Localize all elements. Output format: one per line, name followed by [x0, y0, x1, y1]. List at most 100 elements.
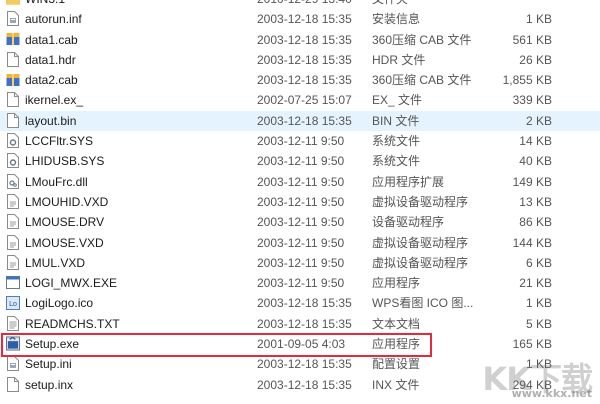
system-file-icon — [6, 133, 20, 149]
file-row[interactable]: READMCHS.TXT 2003-12-18 15:35 文本文档 5 KB — [0, 314, 600, 334]
file-row[interactable]: Lo LogiLogo.ico 2003-12-18 15:35 WPS看图 ICO … — [0, 293, 600, 313]
file-name: Setup.exe — [25, 337, 80, 352]
file-size: 13 KB — [519, 194, 552, 209]
setup-exe-icon — [6, 336, 20, 351]
file-size: 40 KB — [519, 154, 552, 169]
file-row[interactable]: LOGI_MWX.EXE 2003-12-11 9:50 应用程序 21 KB — [0, 273, 600, 293]
file-row[interactable]: LMOUHID.VXD 2003-12-11 9:50 虚拟设备驱动程序 13 KB — [0, 192, 600, 212]
file-name: layout.bin — [25, 113, 77, 128]
file-size: 339 KB — [512, 93, 552, 108]
file-date-modified: 2003-12-18 15:35 — [257, 377, 352, 392]
file-date-modified: 2003-12-18 15:35 — [257, 357, 352, 372]
file-icon — [6, 376, 20, 392]
file-icon — [6, 112, 20, 128]
file-name: LMOUSE.DRV — [25, 215, 105, 230]
file-type: 安装信息 — [372, 12, 421, 27]
file-size: 1,855 KB — [502, 73, 552, 88]
file-icon — [6, 92, 20, 108]
image-file-icon: Lo — [6, 295, 20, 310]
file-name: autorun.inf — [25, 12, 82, 27]
file-name: setup.inx — [25, 377, 74, 392]
file-name: LCCFltr.SYS — [25, 134, 94, 149]
file-type: 应用程序扩展 — [372, 174, 445, 189]
archive-icon — [6, 72, 20, 87]
driver-file-icon — [6, 234, 20, 250]
file-type: 360压缩 CAB 文件 — [372, 32, 472, 47]
file-size: 1 KB — [525, 296, 552, 311]
file-type: 配置设置 — [372, 357, 421, 372]
file-row[interactable]: LHIDUSB.SYS 2003-12-11 9:50 系统文件 40 KB — [0, 151, 600, 171]
dll-file-icon — [6, 173, 20, 189]
file-date-modified: 2003-12-11 9:50 — [257, 134, 345, 149]
file-row[interactable]: LCCFltr.SYS 2003-12-11 9:50 系统文件 14 KB — [0, 131, 600, 151]
file-row[interactable]: Setup.exe 2001-09-05 4:03 应用程序 165 KB — [0, 334, 600, 354]
file-date-modified: 2003-12-18 15:35 — [257, 316, 352, 331]
file-date-modified: 2001-09-05 4:03 — [257, 337, 346, 352]
file-row[interactable]: LMOUSE.VXD 2003-12-11 9:50 虚拟设备驱动程序 144 KB — [0, 233, 600, 253]
file-size: 561 KB — [512, 32, 552, 47]
file-date-modified: 2003-12-11 9:50 — [257, 255, 345, 270]
driver-file-icon — [6, 254, 20, 270]
file-name: WIN3.1 — [25, 0, 250, 9]
file-name: LMUL.VXD — [25, 255, 86, 270]
file-size: 294 KB — [512, 377, 552, 392]
file-row[interactable]: LMOUSE.DRV 2003-12-11 9:50 设备驱动程序 86 KB — [0, 212, 600, 232]
file-size: 21 KB — [519, 276, 552, 291]
file-name: READMCHS.TXT — [25, 316, 120, 331]
file-type: 虚拟设备驱动程序 — [372, 194, 469, 209]
file-name: LMOUSE.VXD — [25, 235, 104, 250]
file-size: 1 KB — [525, 357, 552, 372]
system-file-icon — [6, 153, 20, 169]
file-name: data2.cab — [25, 73, 78, 88]
file-type: BIN 文件 — [372, 113, 420, 128]
file-type: HDR 文件 — [372, 52, 426, 67]
file-name: LogiLogo.ico — [25, 296, 94, 311]
file-size: 1 KB — [525, 12, 552, 27]
file-list: WIN3.1 2010-12-29 13:40 文件夹 autorun.inf 2003… — [0, 0, 600, 395]
file-row[interactable]: data2.cab 2003-12-18 15:35 360压缩 CAB 文件 1,8… — [0, 70, 600, 90]
file-date-modified: 2003-12-11 9:50 — [257, 154, 345, 169]
file-row[interactable]: layout.bin 2003-12-18 15:35 BIN 文件 2 KB — [0, 110, 600, 132]
file-name: ikernel.ex_ — [25, 93, 84, 108]
file-row[interactable]: LMouFrc.dll 2003-12-11 9:50 应用程序扩展 149 KB — [0, 172, 600, 192]
file-row[interactable]: autorun.inf 2003-12-18 15:35 安装信息 1 KB — [0, 9, 600, 29]
file-type: 360压缩 CAB 文件 — [372, 73, 472, 88]
file-size: 5 KB — [525, 316, 552, 331]
file-row[interactable]: WIN3.1 2010-12-29 13:40 文件夹 — [0, 0, 600, 9]
file-type: INX 文件 — [372, 377, 420, 392]
file-date-modified: 2003-12-18 15:35 — [257, 12, 352, 27]
file-type: 应用程序 — [372, 276, 421, 291]
file-name: LHIDUSB.SYS — [25, 154, 105, 169]
file-name: Setup.ini — [25, 357, 72, 372]
file-date-modified: 2003-12-11 9:50 — [257, 174, 345, 189]
file-date-modified: 2003-12-11 9:50 — [257, 276, 345, 291]
file-type: 应用程序 — [372, 337, 421, 352]
file-date-modified: 2002-07-25 15:07 — [257, 93, 352, 108]
file-date-modified: 2003-12-18 15:35 — [257, 113, 352, 128]
archive-icon — [6, 32, 20, 47]
file-name: LMouFrc.dll — [25, 174, 88, 189]
exe-icon — [6, 275, 20, 290]
file-icon — [6, 51, 20, 67]
file-type: 文件夹 — [372, 0, 408, 9]
file-row[interactable]: setup.inx 2003-12-18 15:35 INX 文件 294 KB — [0, 375, 600, 395]
file-date-modified: 2003-12-18 15:35 — [257, 32, 352, 47]
svg-text:Lo: Lo — [9, 300, 17, 308]
file-row[interactable]: ikernel.ex_ 2002-07-25 15:07 EX_ 文件 339 KB — [0, 90, 600, 110]
file-date-modified: 2003-12-18 15:35 — [257, 296, 352, 311]
file-row[interactable]: LMUL.VXD 2003-12-11 9:50 虚拟设备驱动程序 6 KB — [0, 253, 600, 273]
file-row[interactable]: Setup.ini 2003-12-18 15:35 配置设置 1 KB — [0, 354, 600, 374]
file-size: 6 KB — [525, 255, 552, 270]
file-row[interactable]: data1.cab 2003-12-18 15:35 360压缩 CAB 文件 561… — [0, 30, 600, 50]
file-size: 26 KB — [519, 52, 552, 67]
file-name: LMOUHID.VXD — [25, 194, 109, 209]
file-size: 2 KB — [525, 113, 552, 128]
file-type: 虚拟设备驱动程序 — [372, 255, 469, 270]
file-size: 14 KB — [519, 134, 552, 149]
file-type: EX_ 文件 — [372, 93, 423, 108]
file-date-modified: 2003-12-11 9:50 — [257, 235, 345, 250]
file-size: 149 KB — [512, 174, 552, 189]
settings-file-icon — [6, 11, 20, 27]
file-date-modified: 2003-12-11 9:50 — [257, 215, 345, 230]
file-row[interactable]: data1.hdr 2003-12-18 15:35 HDR 文件 26 KB — [0, 50, 600, 70]
